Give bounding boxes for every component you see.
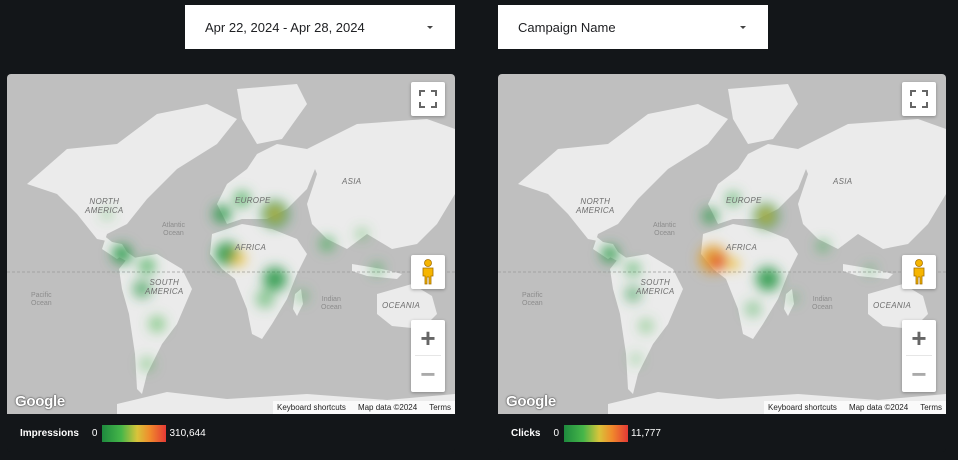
legend-gradient — [564, 424, 629, 442]
label-indian: Indian Ocean — [321, 296, 342, 311]
label-atlantic: Atlantic Ocean — [653, 222, 676, 237]
zoom-out-icon: − — [911, 358, 927, 389]
zoom-in-button[interactable]: + — [411, 320, 445, 355]
pegman-icon — [913, 259, 925, 285]
zoom-out-button[interactable]: − — [411, 356, 445, 391]
map-attribution: Keyboard shortcuts Map data ©2024 Terms — [273, 401, 455, 414]
zoom-controls: + − — [902, 320, 936, 392]
clicks-map-panel: NORTH AMERICA SOUTH AMERICA EUROPE AFRIC… — [498, 74, 946, 452]
date-range-value: Apr 22, 2024 - Apr 28, 2024 — [205, 19, 365, 35]
impressions-heatmap[interactable]: NORTH AMERICA SOUTH AMERICA EUROPE AFRIC… — [7, 74, 455, 414]
zoom-in-button[interactable]: + — [902, 320, 936, 355]
map-data-text: Map data ©2024 — [357, 403, 418, 412]
label-oceania: OCEANIA — [873, 301, 912, 310]
heatmap-legend: Clicks 0 11,777 — [498, 414, 946, 452]
label-atlantic: Atlantic Ocean — [162, 222, 185, 237]
world-map — [7, 84, 455, 414]
world-map — [498, 84, 946, 414]
keyboard-shortcuts-link[interactable]: Keyboard shortcuts — [768, 403, 837, 412]
zoom-out-icon: − — [420, 358, 436, 389]
label-africa: AFRICA — [726, 243, 758, 252]
label-africa: AFRICA — [235, 243, 267, 252]
legend-metric-name: Impressions — [20, 427, 79, 439]
map-data-text: Map data ©2024 — [848, 403, 909, 412]
impressions-map-panel: NORTH AMERICA SOUTH AMERICA EUROPE AFRIC… — [7, 74, 455, 452]
label-asia: ASIA — [833, 177, 853, 186]
label-pacific: Pacific Ocean — [522, 292, 543, 307]
google-logo: Google — [506, 393, 556, 410]
legend-gradient — [102, 424, 167, 442]
clicks-heatmap[interactable]: NORTH AMERICA SOUTH AMERICA EUROPE AFRIC… — [498, 74, 946, 414]
label-pacific: Pacific Ocean — [31, 292, 52, 307]
zoom-in-icon: + — [420, 322, 436, 353]
label-europe: EUROPE — [726, 196, 762, 205]
map-attribution: Keyboard shortcuts Map data ©2024 Terms — [764, 401, 946, 414]
label-indian: Indian Ocean — [812, 296, 833, 311]
date-range-dropdown[interactable]: Apr 22, 2024 - Apr 28, 2024 — [185, 5, 455, 49]
pegman-icon — [422, 259, 434, 285]
campaign-dropdown[interactable]: Campaign Name — [498, 5, 768, 49]
label-europe: EUROPE — [235, 196, 271, 205]
fullscreen-icon — [910, 90, 928, 108]
label-oceania: OCEANIA — [382, 301, 421, 310]
chevron-down-icon — [427, 25, 433, 29]
zoom-in-icon: + — [911, 322, 927, 353]
fullscreen-icon — [419, 90, 437, 108]
street-view-button[interactable] — [411, 255, 445, 289]
fullscreen-button[interactable] — [411, 82, 445, 116]
label-south-america: SOUTH AMERICA — [145, 278, 184, 296]
terms-link[interactable]: Terms — [429, 403, 451, 412]
chevron-down-icon — [740, 25, 746, 29]
campaign-value: Campaign Name — [518, 19, 616, 35]
legend-min: 0 — [553, 427, 560, 439]
google-logo: Google — [15, 393, 65, 410]
label-south-america: SOUTH AMERICA — [636, 278, 675, 296]
zoom-controls: + − — [411, 320, 445, 392]
legend-min: 0 — [91, 427, 98, 439]
street-view-button[interactable] — [902, 255, 936, 289]
terms-link[interactable]: Terms — [920, 403, 942, 412]
fullscreen-button[interactable] — [902, 82, 936, 116]
legend-metric-name: Clicks — [511, 427, 541, 439]
zoom-out-button[interactable]: − — [902, 356, 936, 391]
label-north-america: NORTH AMERICA — [85, 197, 124, 215]
legend-max: 310,644 — [169, 427, 206, 439]
keyboard-shortcuts-link[interactable]: Keyboard shortcuts — [277, 403, 346, 412]
heatmap-legend: Impressions 0 310,644 — [7, 414, 455, 452]
legend-max: 11,777 — [631, 427, 661, 439]
label-asia: ASIA — [342, 177, 362, 186]
label-north-america: NORTH AMERICA — [576, 197, 615, 215]
